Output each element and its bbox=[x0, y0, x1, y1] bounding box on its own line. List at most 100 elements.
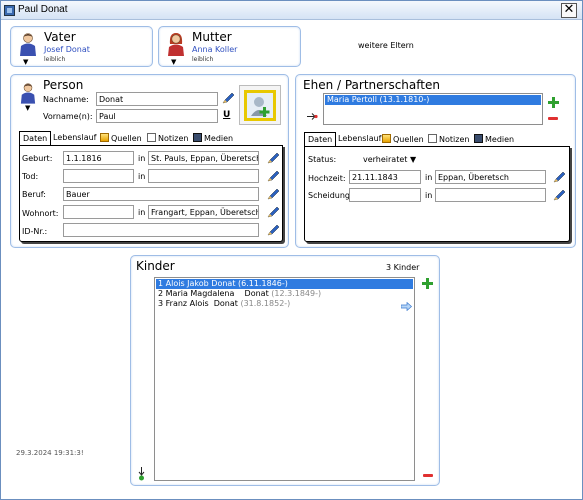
add-partner-icon[interactable] bbox=[548, 97, 559, 108]
wedding-in-label: in bbox=[425, 173, 433, 182]
app-icon bbox=[4, 5, 15, 16]
marriages-title: Ehen / Partnerschaften bbox=[303, 78, 440, 92]
lastname-label: Nachname: bbox=[43, 95, 89, 104]
children-title: Kinder bbox=[136, 259, 175, 273]
marriage-tabs: Daten Lebenslauf Quellen Notizen Medien bbox=[304, 132, 570, 147]
mother-name-link[interactable]: Anna Koller bbox=[192, 45, 237, 54]
birth-in-label: in bbox=[138, 154, 146, 163]
occupation-label: Beruf: bbox=[22, 190, 46, 199]
tab-medien[interactable]: Medien bbox=[190, 131, 236, 145]
marriages-panel: Ehen / Partnerschaften Maria Pertoll (13… bbox=[295, 74, 576, 248]
occupation-field[interactable]: Bauer bbox=[63, 187, 259, 201]
status-dropdown-icon: ▼ bbox=[409, 155, 417, 164]
death-place-field[interactable] bbox=[148, 169, 259, 183]
tab-daten[interactable]: Daten bbox=[19, 131, 52, 146]
residence-label: Wohnort: bbox=[22, 209, 59, 218]
residence-in-label: in bbox=[138, 208, 146, 217]
wedding-place-field[interactable]: Eppan, Überetsch bbox=[435, 170, 546, 184]
lastname-field[interactable]: Donat bbox=[96, 92, 218, 106]
child-item[interactable]: 3 Franz Alois Donat (31.8.1852-) bbox=[156, 299, 413, 309]
mother-dropdown-icon[interactable]: ▼ bbox=[171, 58, 176, 66]
edit-wedding-icon[interactable] bbox=[553, 171, 566, 183]
marriage-tab-daten[interactable]: Daten bbox=[304, 132, 337, 147]
divorce-label: Scheidung: bbox=[308, 191, 353, 200]
tab-notizen[interactable]: Notizen bbox=[144, 131, 191, 145]
edit-birth-icon[interactable] bbox=[267, 152, 280, 164]
partner-item[interactable]: Maria Pertoll (13.1.1810-) bbox=[325, 95, 541, 105]
status-label: Status: bbox=[308, 155, 337, 164]
father-relation: leiblich bbox=[44, 56, 66, 63]
wedding-date-field[interactable]: 21.11.1843 bbox=[349, 170, 421, 184]
residence-place-field[interactable]: Frangart, Eppan, Überetsch bbox=[148, 205, 259, 219]
timestamp: 29.3.2024 19:31:3! bbox=[16, 449, 84, 457]
father-name-link[interactable]: Josef Donat bbox=[44, 45, 90, 54]
residence-date-field[interactable] bbox=[63, 205, 134, 219]
divorce-place-field[interactable] bbox=[435, 188, 546, 202]
person-title: Person bbox=[43, 78, 84, 92]
person-panel: ▼ Person Nachname: Donat Vorname(n): Pau… bbox=[10, 74, 289, 248]
sort-children-icon[interactable] bbox=[137, 467, 146, 481]
father-card[interactable]: ▼ Vater Josef Donat leiblich bbox=[10, 26, 153, 67]
notes-icon bbox=[147, 133, 156, 142]
children-count: 3 Kinder bbox=[386, 263, 420, 272]
divorce-in-label: in bbox=[425, 191, 433, 200]
person-dropdown-icon[interactable]: ▼ bbox=[25, 104, 30, 112]
go-to-child-icon[interactable] bbox=[401, 302, 412, 311]
photo-placeholder[interactable] bbox=[239, 85, 281, 125]
edit-id-icon[interactable] bbox=[267, 224, 280, 236]
divorce-date-field[interactable] bbox=[349, 188, 421, 202]
marriage-tab-medien[interactable]: Medien bbox=[471, 132, 517, 146]
birth-label: Geburt: bbox=[22, 154, 53, 163]
media-icon bbox=[193, 133, 202, 142]
death-label: Tod: bbox=[22, 172, 39, 181]
father-title: Vater bbox=[44, 30, 76, 44]
edit-occupation-icon[interactable] bbox=[267, 188, 280, 200]
person-tabs: Daten Lebenslauf Quellen Notizen Medien bbox=[19, 131, 283, 146]
children-panel: Kinder 3 Kinder 1 Alois Jakob Donat (6.1… bbox=[130, 255, 440, 486]
death-in-label: in bbox=[138, 172, 146, 181]
child-item[interactable]: 1 Alois Jakob Donat (6.11.1846-) bbox=[156, 279, 413, 289]
underline-marker[interactable]: U bbox=[223, 110, 230, 120]
remove-partner-icon[interactable] bbox=[548, 117, 558, 120]
mother-relation: leiblich bbox=[192, 56, 214, 63]
window-title: Paul Donat bbox=[18, 4, 68, 15]
child-item[interactable]: 2 Maria Magdalena Donat (12.3.1849-) bbox=[156, 289, 413, 299]
mother-card[interactable]: ▼ Mutter Anna Koller leiblich bbox=[158, 26, 301, 67]
add-child-icon[interactable] bbox=[422, 278, 433, 289]
partner-list[interactable]: Maria Pertoll (13.1.1810-) bbox=[323, 93, 543, 125]
firstname-field[interactable]: Paul bbox=[96, 109, 218, 123]
other-parents-link[interactable]: weitere Eltern bbox=[358, 41, 414, 50]
remove-child-icon[interactable] bbox=[423, 474, 433, 477]
birth-date-field[interactable]: 1.1.1816 bbox=[63, 151, 134, 165]
person-editor-window: Paul Donat ✕ ▼ Vater Josef Donat leiblic… bbox=[0, 0, 583, 500]
tab-quellen[interactable]: Quellen bbox=[97, 131, 145, 145]
marriage-tab-notizen[interactable]: Notizen bbox=[425, 132, 472, 146]
marriage-data-tab: Status: verheiratet ▼ Hochzeit: 21.11.18… bbox=[304, 146, 570, 242]
person-avatar-icon bbox=[20, 83, 36, 104]
birth-place-field[interactable]: St. Pauls, Eppan, Überetsch bbox=[148, 151, 259, 165]
edit-residence-icon[interactable] bbox=[267, 206, 280, 218]
firstname-label: Vorname(n): bbox=[43, 112, 93, 121]
id-field[interactable] bbox=[63, 223, 259, 237]
sources-icon bbox=[100, 133, 109, 142]
edit-divorce-icon[interactable] bbox=[553, 189, 566, 201]
marriage-media-icon bbox=[474, 134, 483, 143]
add-photo-icon bbox=[251, 97, 270, 117]
person-data-tab: Geburt: 1.1.1816 in St. Pauls, Eppan, Üb… bbox=[19, 145, 283, 242]
go-to-partner-icon[interactable] bbox=[307, 113, 318, 120]
close-button[interactable]: ✕ bbox=[561, 3, 577, 18]
wedding-label: Hochzeit: bbox=[308, 174, 346, 183]
marriage-notes-icon bbox=[428, 134, 437, 143]
edit-lastname-icon[interactable] bbox=[222, 92, 235, 104]
status-select[interactable]: verheiratet ▼ bbox=[363, 155, 416, 164]
marriage-tab-lebenslauf[interactable]: Lebenslauf bbox=[335, 132, 385, 146]
tab-lebenslauf[interactable]: Lebenslauf bbox=[50, 131, 100, 145]
female-avatar-icon bbox=[168, 33, 184, 56]
death-date-field[interactable] bbox=[63, 169, 134, 183]
title-bar: Paul Donat ✕ bbox=[1, 1, 582, 20]
marriage-tab-quellen[interactable]: Quellen bbox=[379, 132, 427, 146]
id-label: ID-Nr.: bbox=[22, 227, 48, 236]
children-list[interactable]: 1 Alois Jakob Donat (6.11.1846-) 2 Maria… bbox=[154, 277, 415, 481]
edit-death-icon[interactable] bbox=[267, 170, 280, 182]
father-dropdown-icon[interactable]: ▼ bbox=[23, 58, 28, 66]
